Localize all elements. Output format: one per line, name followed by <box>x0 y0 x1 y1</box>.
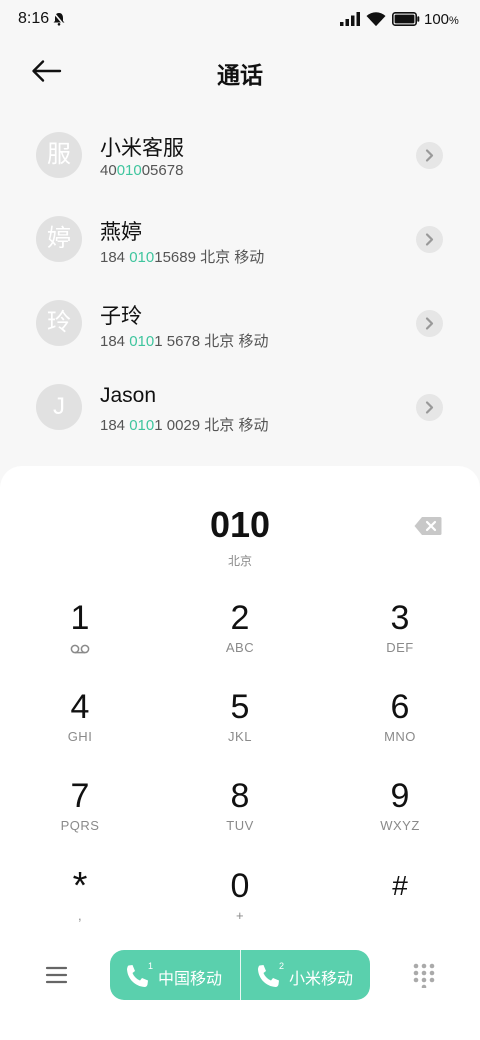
key-5[interactable]: 5 JKL <box>165 687 315 767</box>
contact-location: 北京 移动 <box>200 249 265 266</box>
chevron-right-icon[interactable] <box>416 142 443 169</box>
avatar: 服 <box>36 132 82 178</box>
contact-suggestion-list: 服 小米客服 4001005678 婷 燕婷 184 01015689 北京 移… <box>0 112 480 448</box>
key-hash[interactable]: # <box>325 866 475 946</box>
contact-row[interactable]: J Jason 184 0101 0029 北京 移动 <box>0 364 480 448</box>
avatar: J <box>36 384 82 430</box>
call-button-group: 1 中国移动 2 小米移动 <box>110 950 370 1000</box>
dialed-number: 010 <box>209 504 271 545</box>
key-0[interactable]: 0 + <box>165 866 315 946</box>
avatar: 婷 <box>36 216 82 262</box>
chevron-right-icon[interactable] <box>416 394 443 421</box>
mute-bell-icon <box>53 12 65 31</box>
key-2[interactable]: 2 ABC <box>165 598 315 678</box>
contact-location: 北京 移动 <box>204 417 269 434</box>
status-time: 8:16 <box>18 10 50 27</box>
chevron-right-icon[interactable] <box>416 310 443 337</box>
chevron-right-icon[interactable] <box>416 226 443 253</box>
contact-name: 小米客服 <box>100 137 184 160</box>
call-sim1-button[interactable]: 1 中国移动 <box>110 950 240 1000</box>
dialed-number-location: 北京 <box>227 554 252 568</box>
backspace-icon[interactable] <box>414 516 442 536</box>
avatar: 玲 <box>36 300 82 346</box>
contact-number: 184 0101 5678 北京 移动 <box>100 333 269 350</box>
dialpad-grid-icon[interactable] <box>412 962 436 990</box>
call-sim2-button[interactable]: 2 小米移动 <box>241 950 371 1000</box>
signal-icon <box>340 12 360 31</box>
page-title: 通话 <box>217 62 263 88</box>
voicemail-icon <box>5 642 155 657</box>
menu-icon[interactable] <box>44 964 70 986</box>
key-6[interactable]: 6 MNO <box>325 687 475 767</box>
contact-row[interactable]: 婷 燕婷 184 01015689 北京 移动 <box>0 196 480 280</box>
key-9[interactable]: 9 WXYZ <box>325 776 475 856</box>
contact-number: 184 0101 0029 北京 移动 <box>100 417 269 434</box>
header: 通话 <box>0 48 480 92</box>
contact-row[interactable]: 玲 子玲 184 0101 5678 北京 移动 <box>0 280 480 364</box>
contact-location: 北京 移动 <box>204 333 269 350</box>
contact-number: 4001005678 <box>100 162 184 179</box>
key-1[interactable]: 1 <box>5 598 155 678</box>
contact-row[interactable]: 服 小米客服 4001005678 <box>0 112 480 196</box>
contact-name: 燕婷 <box>100 221 142 244</box>
battery-icon <box>392 12 420 31</box>
key-4[interactable]: 4 GHI <box>5 687 155 767</box>
contact-number: 184 01015689 北京 移动 <box>100 249 265 266</box>
wifi-icon <box>366 11 386 32</box>
battery-percent: 100% <box>424 11 459 28</box>
key-3[interactable]: 3 DEF <box>325 598 475 678</box>
status-bar: 8:16 100% <box>0 0 480 40</box>
contact-name: 子玲 <box>100 305 142 328</box>
key-star[interactable]: * , <box>5 866 155 946</box>
contact-name: Jason <box>100 384 157 407</box>
key-8[interactable]: 8 TUV <box>165 776 315 856</box>
key-7[interactable]: 7 PQRS <box>5 776 155 856</box>
